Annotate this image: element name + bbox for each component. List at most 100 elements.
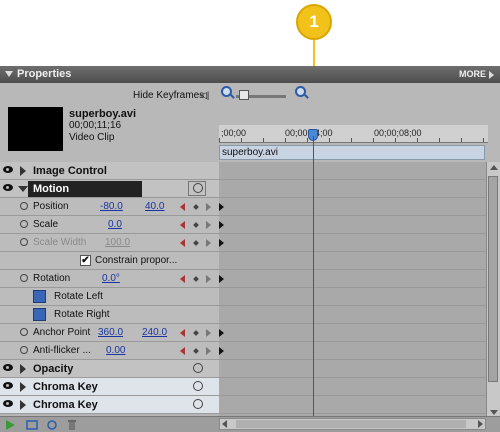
anchor-y-value[interactable]: 240.0 (142, 327, 167, 338)
anchor-point-row: Anchor Point 360.0 240.0 (0, 324, 219, 342)
reset-icon[interactable] (193, 381, 203, 391)
hide-keyframes-button[interactable]: Hide Keyframes (133, 90, 204, 101)
anchor-x-value[interactable]: 360.0 (98, 327, 123, 338)
more-button[interactable]: MORE (459, 69, 486, 79)
trash-icon[interactable] (66, 419, 78, 431)
constrain-checkbox[interactable]: ✔ (80, 255, 91, 266)
constrain-label: Constrain propor... (95, 255, 178, 266)
ruler-tick (439, 138, 440, 142)
timeline-row (219, 216, 486, 234)
rotation-label: Rotation (33, 273, 71, 284)
horizontal-scroll-thumb[interactable] (236, 420, 466, 428)
stopwatch-icon[interactable] (20, 220, 28, 228)
rotate-right-icon[interactable] (33, 308, 46, 321)
constrain-row: ✔ Constrain propor... (0, 252, 219, 270)
add-keyframe-icon[interactable] (193, 222, 199, 228)
chroma-key-label: Chroma Key (33, 381, 98, 393)
keyframe-marker[interactable] (219, 329, 224, 337)
eye-icon[interactable] (3, 364, 13, 371)
rotate-left-label[interactable]: Rotate Left (54, 291, 103, 302)
stopwatch-icon[interactable] (20, 328, 28, 336)
stopwatch-icon[interactable] (20, 274, 28, 282)
add-keyframe-icon[interactable] (193, 276, 199, 282)
rotate-right-row[interactable]: Rotate Right (0, 306, 219, 324)
keyframe-marker[interactable] (219, 239, 224, 247)
rotate-left-icon[interactable] (33, 290, 46, 303)
play-icon[interactable] (4, 419, 16, 431)
collapse-panel-icon[interactable] (5, 71, 13, 77)
expand-triangle-icon[interactable] (20, 166, 26, 176)
collapse-triangle-icon[interactable] (18, 186, 28, 192)
motion-row[interactable]: Motion (0, 180, 219, 198)
chroma-key-row[interactable]: Chroma Key (0, 378, 219, 396)
timeline-row (219, 180, 486, 198)
next-keyframe-icon[interactable] (206, 329, 211, 337)
scroll-left-icon[interactable] (222, 420, 227, 428)
prev-keyframe-icon[interactable] (180, 221, 185, 229)
chroma-key-row[interactable]: Chroma Key (0, 396, 219, 414)
more-arrow-icon[interactable] (489, 71, 494, 79)
clip-name: superboy.avi (69, 108, 137, 120)
prev-keyframe-icon[interactable] (180, 275, 185, 283)
scale-width-row: Scale Width 100.0 (0, 234, 219, 252)
eye-icon[interactable] (3, 382, 13, 389)
reset-icon[interactable] (193, 183, 203, 193)
position-row: Position -80.0 40.0 (0, 198, 219, 216)
keyframe-marker[interactable] (219, 203, 224, 211)
expand-triangle-icon[interactable] (20, 400, 26, 410)
anti-flicker-value[interactable]: 0.00 (106, 345, 125, 356)
next-keyframe-icon[interactable] (206, 203, 211, 211)
keyframe-marker[interactable] (219, 221, 224, 229)
scale-value[interactable]: 0.0 (108, 219, 122, 230)
reset-icon[interactable] (193, 363, 203, 373)
image-control-row[interactable]: Image Control (0, 162, 219, 180)
panel-titlebar: Properties MORE (0, 66, 500, 83)
position-y-value[interactable]: 40.0 (145, 201, 164, 212)
expand-triangle-icon[interactable] (20, 364, 26, 374)
scroll-up-icon[interactable] (490, 165, 498, 170)
rotation-value[interactable]: 0.0° (102, 273, 120, 284)
vertical-scroll-thumb[interactable] (488, 176, 498, 382)
rotate-left-row[interactable]: Rotate Left (0, 288, 219, 306)
zoom-slider-thumb[interactable] (239, 90, 249, 100)
toggle-audio-icon[interactable] (46, 419, 58, 431)
expand-triangle-icon[interactable] (20, 382, 26, 392)
clip-track-bar[interactable]: superboy.avi (219, 145, 485, 160)
add-keyframe-icon[interactable] (193, 348, 199, 354)
keyframe-marker[interactable] (219, 347, 224, 355)
stopwatch-icon[interactable] (20, 346, 28, 354)
time-ruler[interactable]: ;00;00 00;00;04;00 00;00;08;00 (219, 125, 488, 143)
scroll-right-icon[interactable] (478, 420, 483, 428)
next-keyframe-icon[interactable] (206, 275, 211, 283)
stopwatch-icon[interactable] (20, 202, 28, 210)
position-label: Position (33, 201, 69, 212)
timeline-row (219, 360, 486, 378)
keyframe-timeline[interactable] (219, 162, 486, 420)
keyframe-marker[interactable] (219, 275, 224, 283)
rotate-right-label[interactable]: Rotate Right (54, 309, 110, 320)
scale-width-value: 100.0 (105, 237, 131, 248)
prev-keyframe-icon[interactable] (180, 347, 185, 355)
add-keyframe-icon[interactable] (193, 204, 199, 210)
opacity-row[interactable]: Opacity (0, 360, 219, 378)
next-keyframe-icon[interactable] (206, 347, 211, 355)
ruler-tick (395, 138, 396, 142)
chroma-key-label: Chroma Key (33, 399, 98, 411)
scroll-down-icon[interactable] (490, 410, 498, 415)
prev-keyframe-icon[interactable] (180, 203, 185, 211)
eye-icon[interactable] (3, 184, 13, 191)
add-keyframe-icon[interactable] (193, 330, 199, 336)
anchor-point-label: Anchor Point (33, 327, 91, 338)
position-x-value[interactable]: -80.0 (100, 201, 123, 212)
eye-icon[interactable] (3, 166, 13, 173)
reset-icon[interactable] (193, 399, 203, 409)
next-keyframe-icon[interactable] (206, 221, 211, 229)
next-keyframe-icon (206, 239, 211, 247)
rotation-row: Rotation 0.0° (0, 270, 219, 288)
prev-keyframe-icon[interactable] (180, 329, 185, 337)
clip-track-label: superboy.avi (222, 147, 278, 158)
eye-icon[interactable] (3, 400, 13, 407)
hide-keyframes-icon[interactable]: ◁| (200, 90, 209, 101)
ruler-tick (483, 138, 484, 142)
loop-icon[interactable] (26, 419, 38, 431)
